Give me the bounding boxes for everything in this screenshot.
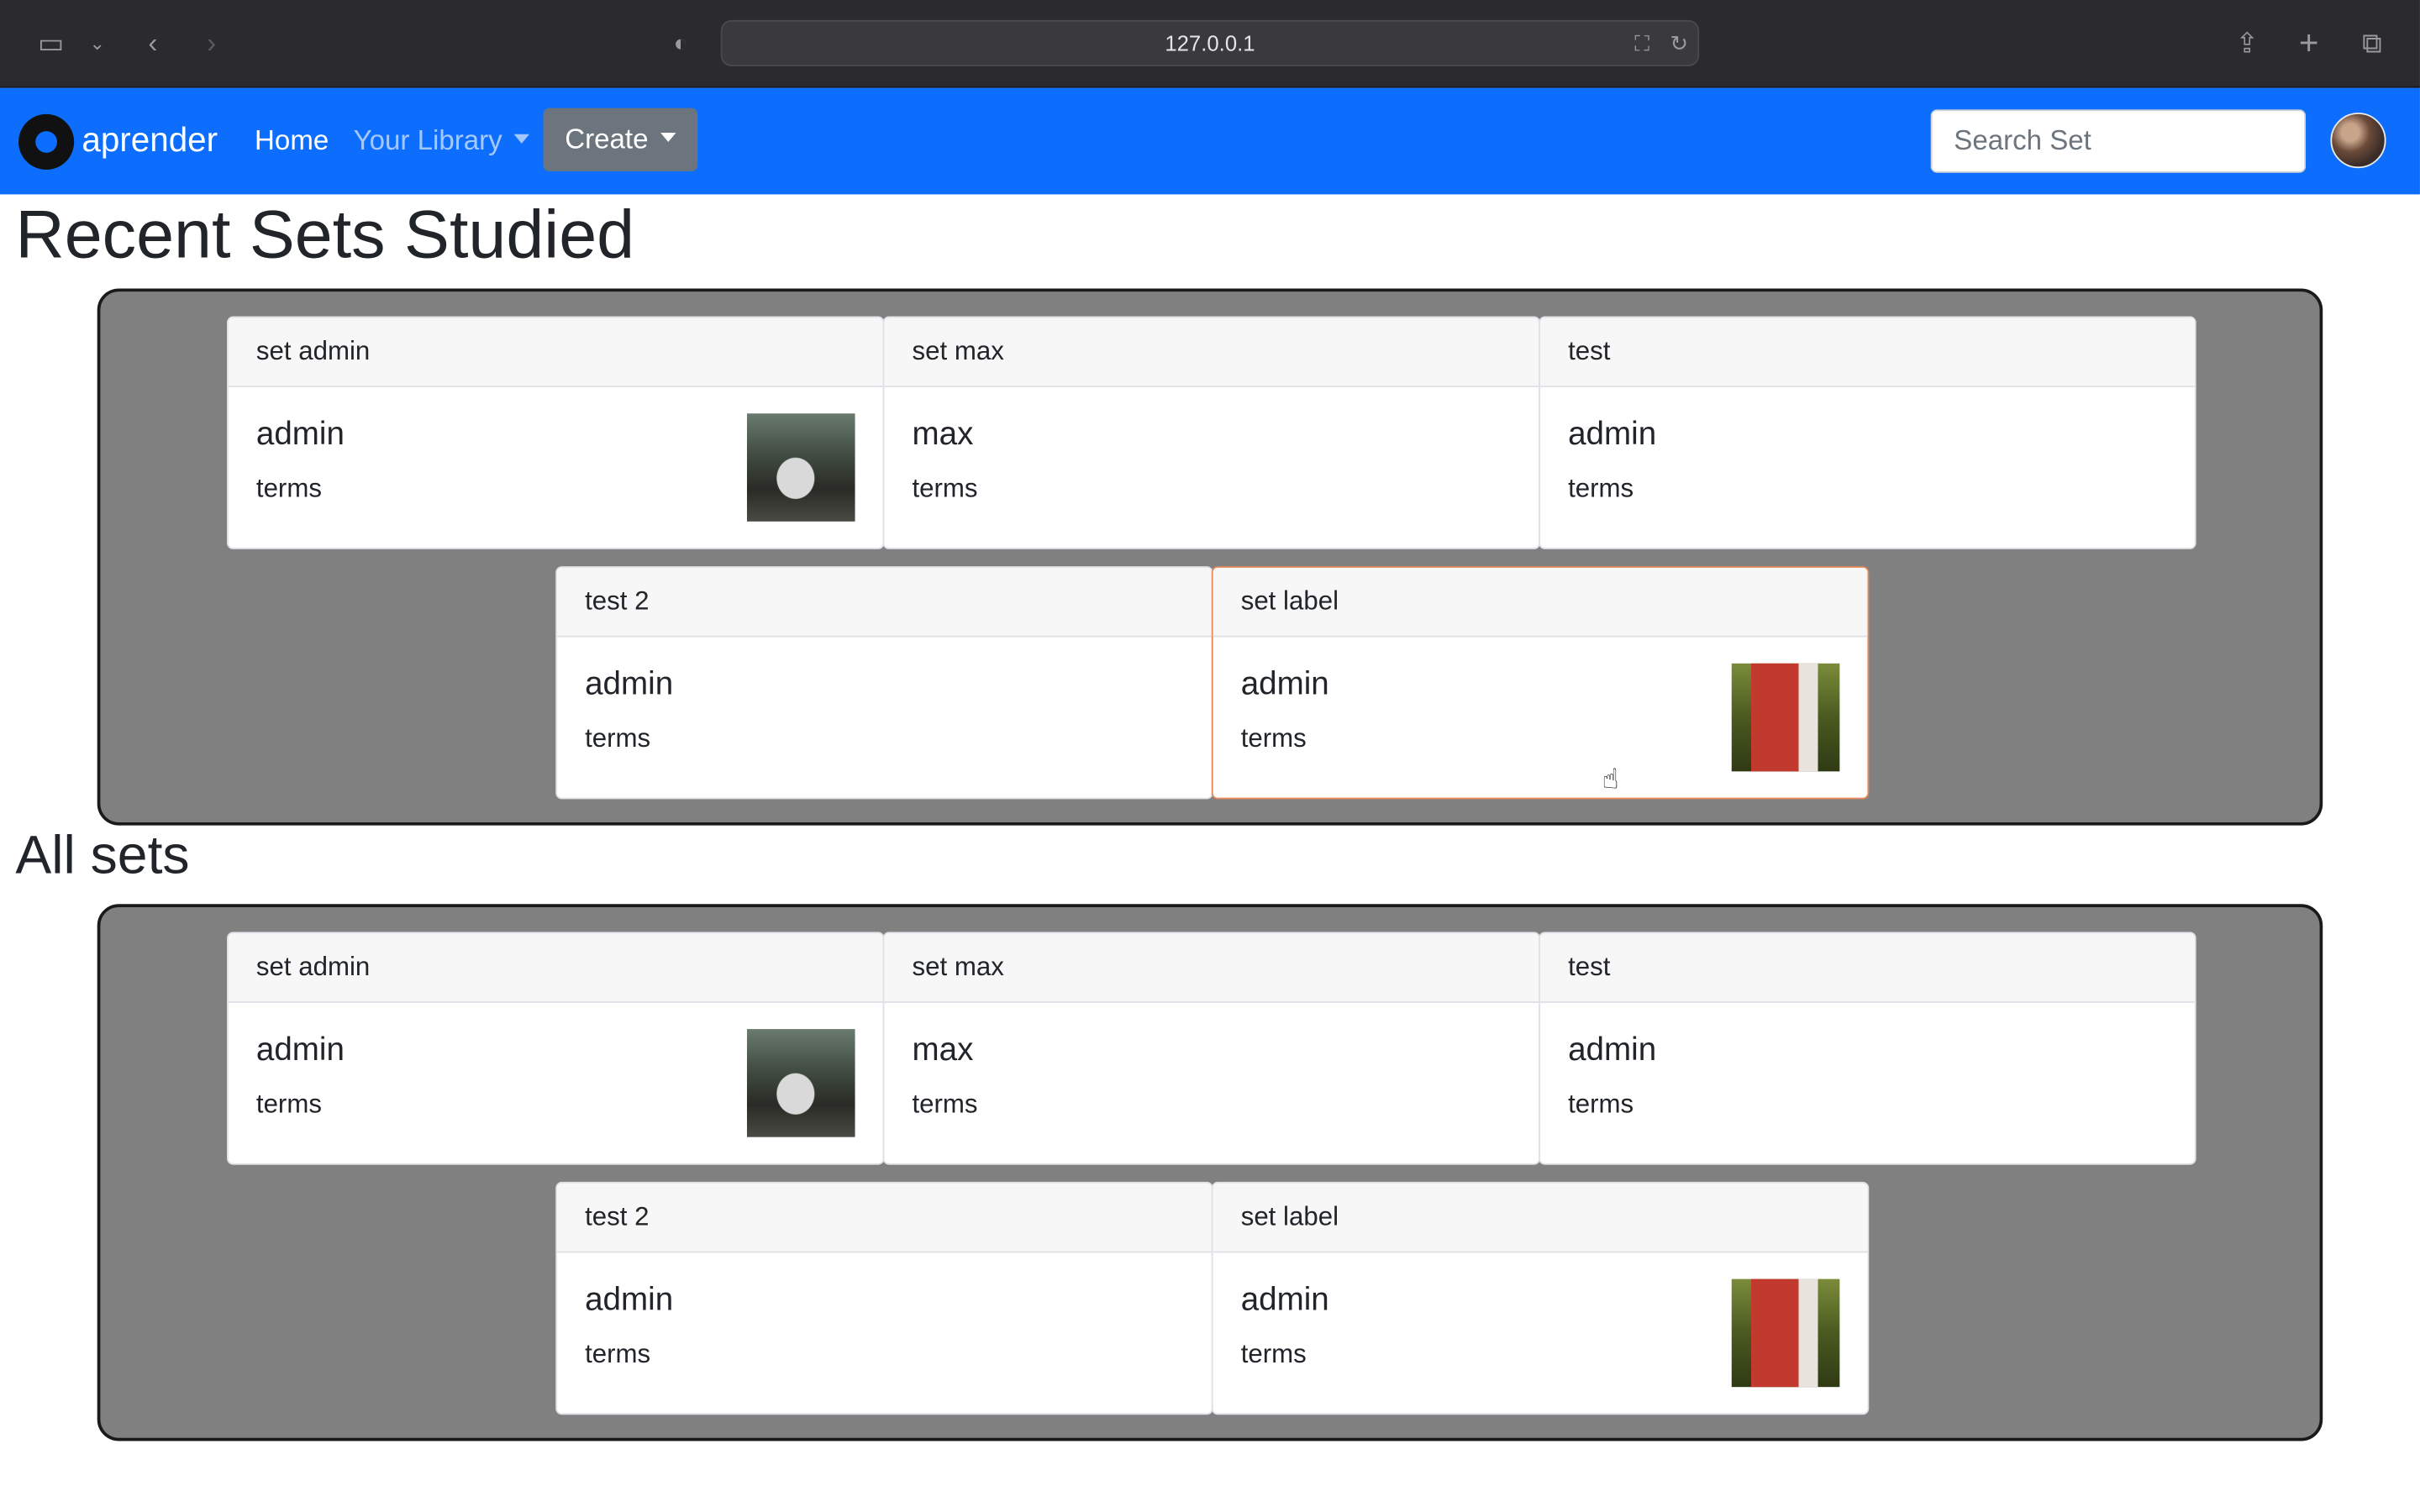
set-terms: terms	[912, 1089, 978, 1119]
recent-sets-heading: Recent Sets Studied	[15, 197, 635, 274]
set-thumbnail-image	[1731, 1278, 1840, 1388]
set-owner: admin	[255, 416, 345, 453]
set-card[interactable]: set max max terms	[882, 932, 1541, 1165]
caret-down-icon	[660, 132, 676, 142]
nav-home-link[interactable]: Home	[255, 125, 329, 158]
set-owner: admin	[585, 666, 674, 702]
recent-sets-panel: set admin admin terms set max max terms …	[97, 288, 2323, 826]
set-terms: terms	[585, 1339, 651, 1369]
set-terms: terms	[255, 1089, 322, 1119]
set-terms: terms	[1240, 1339, 1307, 1369]
set-terms: terms	[912, 473, 978, 503]
set-thumbnail-image	[746, 413, 855, 522]
set-owner: max	[912, 1032, 974, 1068]
set-card[interactable]: set label admin terms	[1211, 1181, 1870, 1415]
user-avatar[interactable]	[2330, 113, 2386, 169]
nav-library-dropdown[interactable]: Your Library	[354, 125, 530, 158]
set-terms: terms	[1568, 473, 1634, 503]
set-card[interactable]: test admin terms	[1539, 932, 2196, 1165]
set-terms: terms	[1240, 723, 1307, 753]
set-card[interactable]: test 2 admin terms	[555, 1181, 1213, 1415]
browser-toolbar: ▭ ⌄ ‹ › ◐ 127.0.0.1 ⛶ ↻ ⇪ + ⧉	[0, 0, 2420, 88]
set-owner: admin	[255, 1032, 345, 1068]
hand-cursor-icon: ☝	[1602, 764, 1619, 795]
set-owner: admin	[1568, 416, 1657, 453]
all-sets-heading: All sets	[15, 825, 190, 886]
create-dropdown-button[interactable]: Create	[543, 108, 698, 171]
set-title: set max	[884, 318, 1539, 388]
set-owner: admin	[1240, 666, 1329, 702]
search-set-input[interactable]	[1930, 109, 2307, 173]
set-terms: terms	[1568, 1089, 1634, 1119]
brand-name[interactable]: aprender	[82, 120, 218, 160]
set-thumbnail-image	[1731, 663, 1840, 772]
url-text: 127.0.0.1	[1165, 30, 1255, 56]
set-card[interactable]: set admin admin terms	[226, 932, 885, 1165]
set-card[interactable]: test admin terms	[1539, 316, 2196, 549]
create-button-label: Create	[565, 123, 649, 155]
nav-library-label: Your Library	[353, 124, 502, 156]
set-card[interactable]: set label admin terms	[1211, 566, 1870, 800]
sidebar-toggle-icon[interactable]: ▭	[29, 22, 72, 65]
set-title: test	[1540, 933, 2195, 1003]
address-bar[interactable]: 127.0.0.1 ⛶ ↻	[720, 19, 1700, 66]
translate-icon[interactable]: ⛶	[1623, 24, 1660, 64]
privacy-shield-icon[interactable]: ◐	[659, 22, 702, 65]
brand-logo-icon[interactable]	[18, 113, 75, 171]
navbar: aprender Home Your Library Create	[0, 87, 2420, 195]
set-title: test	[1540, 318, 2195, 388]
set-card[interactable]: set admin admin terms	[226, 316, 885, 549]
reload-icon[interactable]: ↻	[1660, 24, 1697, 64]
set-owner: admin	[1240, 1282, 1329, 1318]
set-title: set label	[1213, 567, 1868, 638]
set-terms: terms	[585, 723, 651, 753]
set-terms: terms	[255, 473, 322, 503]
set-title: set admin	[228, 318, 883, 388]
set-card[interactable]: set max max terms	[882, 316, 1541, 549]
set-owner: admin	[585, 1282, 674, 1318]
set-owner: max	[912, 416, 974, 453]
caret-down-icon	[514, 134, 530, 144]
set-title: set admin	[228, 933, 883, 1003]
set-owner: admin	[1568, 1032, 1657, 1068]
share-icon[interactable]: ⇪	[2226, 22, 2269, 65]
set-title: set label	[1213, 1183, 1868, 1253]
tab-overview-icon[interactable]: ⧉	[2350, 22, 2393, 65]
chevron-down-icon[interactable]: ⌄	[76, 22, 118, 65]
set-card[interactable]: test 2 admin terms	[555, 566, 1213, 800]
set-title: test 2	[557, 1183, 1212, 1253]
forward-icon[interactable]: ›	[190, 22, 233, 65]
set-title: test 2	[557, 567, 1212, 638]
back-icon[interactable]: ‹	[131, 22, 174, 65]
all-sets-panel: set admin admin terms set max max terms …	[97, 904, 2323, 1441]
set-title: set max	[884, 933, 1539, 1003]
new-tab-icon[interactable]: +	[2287, 22, 2330, 65]
set-thumbnail-image	[746, 1029, 855, 1137]
